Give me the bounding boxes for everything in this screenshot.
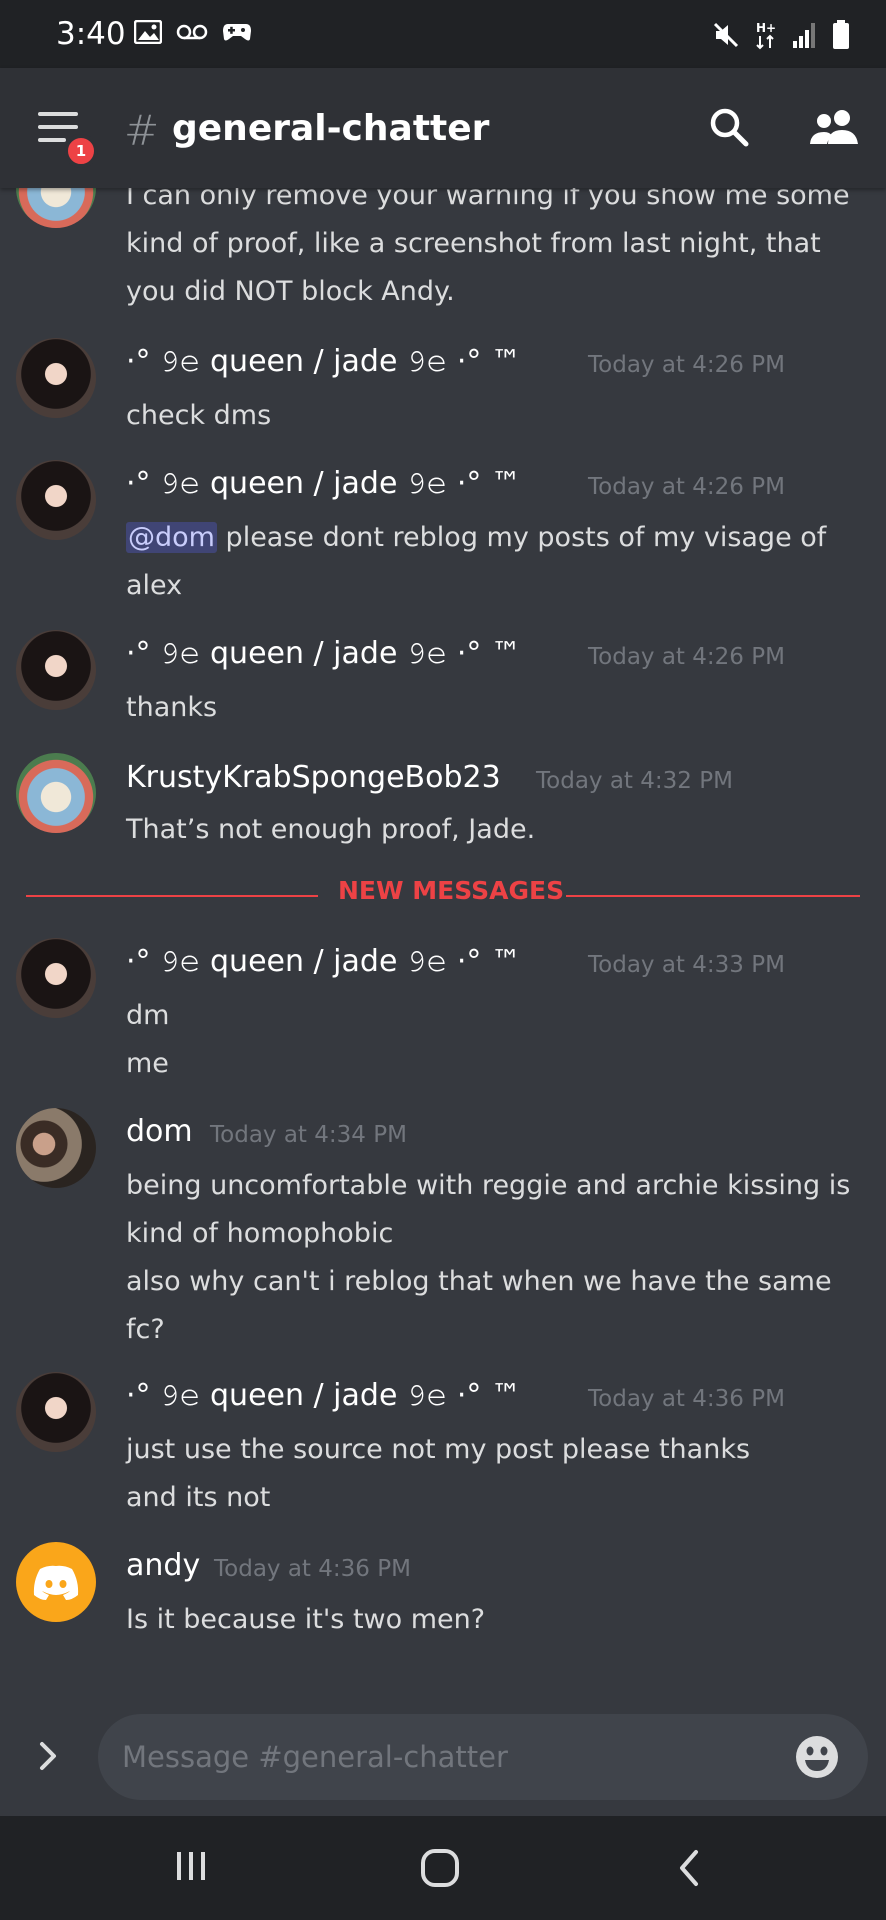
avatar[interactable]	[16, 630, 96, 710]
new-messages-label: NEW MESSAGES	[338, 876, 565, 905]
message-input[interactable]	[98, 1714, 868, 1800]
timestamp: Today at 4:36 PM	[588, 1386, 785, 1412]
emoji-icon[interactable]	[794, 1734, 840, 1784]
message-text-part: please dont reblog my posts of my visage…	[216, 522, 827, 553]
search-icon[interactable]	[708, 106, 750, 152]
user-mention[interactable]: @dom	[126, 522, 217, 553]
status-time: 3:40	[56, 16, 126, 52]
username[interactable]: ·° 𝟿𝚎 queen / jade 𝟿𝚎 ·° ™	[126, 1378, 521, 1413]
message-list[interactable]: I can only remove your warning if you sh…	[0, 188, 886, 1698]
username[interactable]: ·° 𝟿𝚎 queen / jade 𝟿𝚎 ·° ™	[126, 944, 521, 979]
avatar[interactable]	[16, 1542, 96, 1622]
message-text: also why can't i reblog that when we hav…	[126, 1266, 832, 1297]
channel-header: 1 # general-chatter	[0, 68, 886, 188]
avatar[interactable]	[16, 338, 96, 418]
message-text: being uncomfortable with reggie and arch…	[126, 1170, 851, 1201]
network-h-plus-icon: H+	[754, 20, 778, 54]
avatar[interactable]	[16, 1372, 96, 1452]
message-text: fc?	[126, 1314, 165, 1345]
avatar[interactable]	[16, 188, 96, 228]
channel-hash-icon: #	[124, 106, 160, 155]
message-text: I can only remove your warning if you sh…	[126, 188, 850, 211]
avatar[interactable]	[16, 938, 96, 1018]
game-controller-icon	[222, 21, 252, 47]
message-text: thanks	[126, 692, 218, 723]
avatar[interactable]	[16, 460, 96, 540]
new-messages-divider: NEW MESSAGES	[0, 868, 886, 924]
timestamp: Today at 4:26 PM	[588, 474, 785, 500]
username[interactable]: ·° 𝟿𝚎 queen / jade 𝟿𝚎 ·° ™	[126, 636, 521, 671]
message-text: me	[126, 1048, 169, 1079]
avatar[interactable]	[16, 1108, 96, 1188]
username[interactable]: dom	[126, 1114, 193, 1149]
timestamp: Today at 4:26 PM	[588, 352, 785, 378]
timestamp: Today at 4:26 PM	[588, 644, 785, 670]
timestamp: Today at 4:36 PM	[214, 1556, 411, 1582]
message-text: just use the source not my post please t…	[126, 1434, 751, 1465]
timestamp: Today at 4:34 PM	[210, 1122, 407, 1148]
username[interactable]: ·° 𝟿𝚎 queen / jade 𝟿𝚎 ·° ™	[126, 344, 521, 379]
message-text: and its not	[126, 1482, 271, 1513]
signal-icon	[792, 21, 818, 53]
message-text: @dom please dont reblog my posts of my v…	[126, 522, 826, 553]
composer	[0, 1698, 886, 1816]
back-icon[interactable]	[676, 1848, 702, 1892]
battery-icon	[832, 20, 850, 54]
message-text: you did NOT block Andy.	[126, 276, 455, 307]
home-icon[interactable]	[420, 1848, 460, 1892]
members-icon[interactable]	[808, 108, 860, 150]
channel-title[interactable]: general-chatter	[172, 108, 489, 149]
system-nav-bar	[0, 1816, 886, 1920]
svg-text:H+: H+	[756, 21, 776, 35]
username[interactable]: KrustyKrabSpongeBob23	[126, 760, 501, 795]
avatar[interactable]	[16, 753, 96, 833]
message-text: dm	[126, 1000, 170, 1031]
message-text: alex	[126, 570, 183, 601]
image-icon	[133, 19, 163, 48]
message-text: check dms	[126, 400, 272, 431]
expand-chevron-icon[interactable]	[36, 1738, 62, 1778]
timestamp: Today at 4:33 PM	[588, 952, 785, 978]
recent-apps-icon[interactable]	[174, 1848, 208, 1888]
message-text: kind of proof, like a screenshot from la…	[126, 228, 821, 259]
discord-logo-icon	[33, 1565, 79, 1600]
message-text: That’s not enough proof, Jade.	[126, 814, 536, 845]
message-text: kind of homophobic	[126, 1218, 394, 1249]
status-bar: 3:40 H+	[0, 0, 886, 68]
mute-icon	[712, 21, 740, 53]
timestamp: Today at 4:32 PM	[536, 768, 733, 794]
username[interactable]: ·° 𝟿𝚎 queen / jade 𝟿𝚎 ·° ™	[126, 466, 521, 501]
username[interactable]: andy	[126, 1548, 200, 1583]
message-text: Is it because it's two men?	[126, 1604, 486, 1635]
notification-badge: 1	[64, 134, 98, 168]
voicemail-icon	[176, 22, 208, 46]
